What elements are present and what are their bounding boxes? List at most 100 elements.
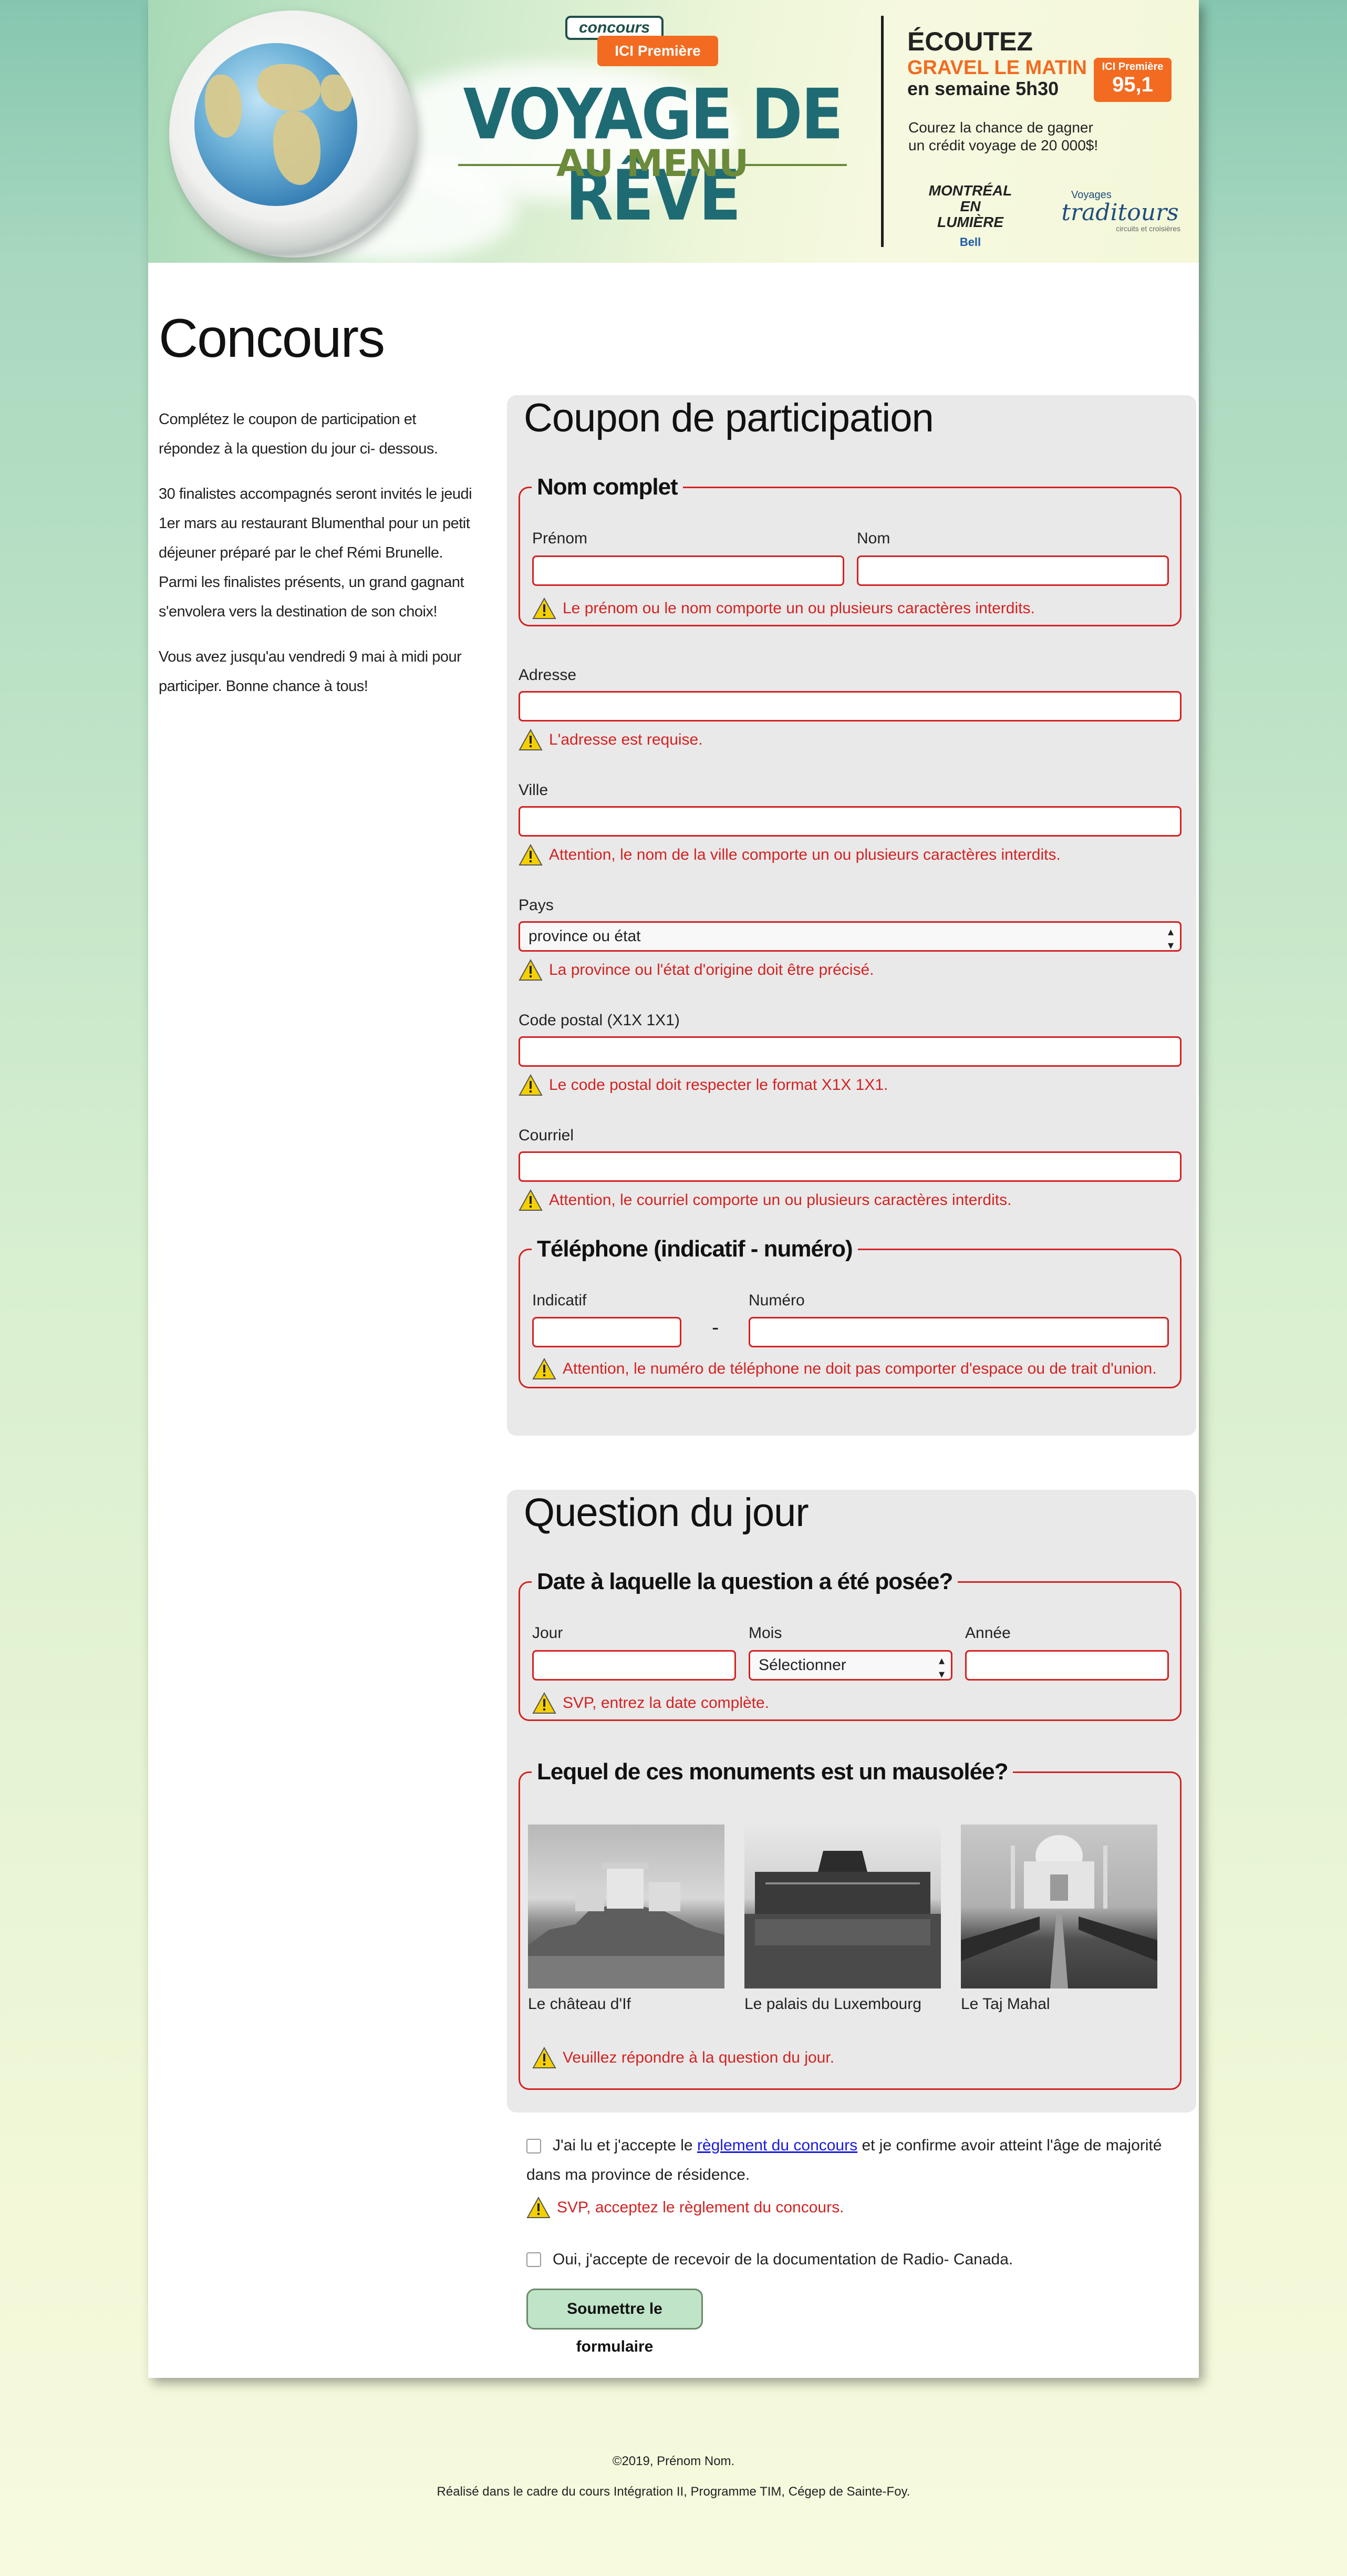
- warning-icon: [526, 2196, 551, 2219]
- postal-error: Le code postal doit respecter le format …: [519, 1074, 888, 1096]
- jour-label: Jour: [532, 1624, 563, 1642]
- monument-error: Veuillez répondre à la question du jour.: [532, 2046, 835, 2069]
- indicatif-input[interactable]: [532, 1317, 681, 1347]
- page-container: concours ICI Première VOYAGE DE RÊVE AU …: [148, 0, 1199, 2378]
- postal-error-text: Le code postal doit respecter le format …: [549, 1076, 888, 1094]
- banner-divider: [881, 16, 884, 247]
- taj-mahal-image: [961, 1835, 1157, 1988]
- radio-badge-frequency: 95,1: [1112, 73, 1153, 96]
- nom-label: Nom: [857, 530, 890, 547]
- monument-option-taj-mahal[interactable]: [961, 1825, 1157, 1988]
- ville-input[interactable]: [519, 806, 1182, 837]
- tagline-line-1: Courez la chance de gagner: [908, 119, 1093, 136]
- rules-error: SVP, acceptez le règlement du concours.: [526, 2196, 844, 2219]
- monument-error-text: Veuillez répondre à la question du jour.: [563, 2049, 835, 2066]
- traditours-logo: Voyages traditours circuits et croisière…: [1060, 189, 1180, 233]
- date-error: SVP, entrez la date complète.: [532, 1692, 769, 1714]
- monument-option-chateau-if[interactable]: [528, 1825, 724, 1988]
- nom-input[interactable]: [857, 555, 1169, 586]
- title-rule-right: [742, 164, 847, 166]
- warning-icon: [532, 2046, 556, 2069]
- page-title: Concours: [159, 308, 385, 369]
- courriel-label: Courriel: [519, 1127, 574, 1144]
- tel-error: Attention, le numéro de téléphone ne doi…: [532, 1357, 1157, 1380]
- rules-text-before: J'ai lu et j'accepte le: [553, 2137, 697, 2154]
- palais-luxembourg-image: [744, 1851, 941, 1988]
- newsletter-text: Oui, j'accepte de recevoir de la documen…: [553, 2251, 1013, 2268]
- radio-station-logo: ICI Première 95,1: [1094, 58, 1172, 102]
- prenom-label: Prénom: [532, 530, 588, 547]
- footer-credits: Réalisé dans le cadre du cours Intégrati…: [437, 2485, 910, 2499]
- tagline-line-2: un crédit voyage de 20 000$!: [908, 137, 1099, 153]
- monument-caption: Le château d'If: [528, 1995, 631, 2013]
- annee-input[interactable]: [965, 1650, 1169, 1681]
- question-title: Question du jour: [524, 1490, 809, 1535]
- show-name: GRAVEL LE MATIN: [907, 57, 1087, 79]
- tel-separator: -: [712, 1316, 719, 1339]
- ecoutez-heading: ÉCOUTEZ: [907, 27, 1033, 56]
- intro-paragraph: Vous avez jusqu'au vendredi 9 mai à midi…: [159, 648, 462, 695]
- sponsor1-line-1: MONTRÉAL: [928, 182, 1012, 199]
- postal-label: Code postal (X1X 1X1): [519, 1012, 680, 1029]
- ville-error: Attention, le nom de la ville comporte u…: [519, 843, 1061, 866]
- warning-icon: [519, 843, 543, 866]
- monument-legend: Lequel de ces monuments est un mausolée?: [537, 1759, 1008, 1785]
- pays-error: La province ou l'état d'origine doit êtr…: [519, 959, 874, 981]
- indicatif-label: Indicatif: [532, 1292, 587, 1309]
- intro-text: Complétez le coupon de participation et …: [159, 405, 479, 717]
- courriel-error: Attention, le courriel comporte un ou pl…: [519, 1189, 1011, 1211]
- intro-paragraph: 30 finalistes accompagnés seront invités…: [159, 486, 472, 620]
- show-schedule: en semaine 5h30: [907, 78, 1059, 99]
- name-error: Le prénom ou le nom comporte un ou plusi…: [532, 597, 1035, 620]
- ici-premiere-logo: ICI Première: [597, 36, 718, 66]
- banner-subtitle: AU MENU: [556, 142, 749, 185]
- mois-select[interactable]: Sélectionner ▴ ▾: [749, 1650, 952, 1681]
- newsletter-checkbox[interactable]: [526, 2252, 541, 2267]
- coupon-title: Coupon de participation: [524, 396, 934, 440]
- radio-badge-name: ICI Première: [1102, 61, 1164, 73]
- name-error-text: Le prénom ou le nom comporte un ou plusi…: [563, 600, 1035, 617]
- ville-error-text: Attention, le nom de la ville comporte u…: [549, 846, 1061, 863]
- chateau-if-image: [528, 1862, 724, 1988]
- warning-icon: [532, 1357, 556, 1380]
- montreal-en-lumiere-logo: MONTRÉAL EN LUMIÈRE Bell: [926, 183, 1015, 250]
- annee-label: Année: [965, 1624, 1011, 1642]
- ville-label: Ville: [519, 781, 548, 799]
- warning-icon: [519, 728, 543, 751]
- fullname-legend: Nom complet: [537, 474, 678, 500]
- adresse-error-text: L'adresse est requise.: [549, 731, 703, 748]
- rules-error-text: SVP, acceptez le règlement du concours.: [557, 2199, 844, 2216]
- banner: concours ICI Première VOYAGE DE RÊVE AU …: [148, 0, 1199, 263]
- telephone-legend: Téléphone (indicatif - numéro): [537, 1236, 853, 1262]
- select-arrows-icon: ▴ ▾: [938, 1654, 945, 1681]
- footer-copyright: ©2019, Prénom Nom.: [612, 2454, 735, 2468]
- mois-label: Mois: [749, 1624, 782, 1642]
- monument-option-palais-luxembourg[interactable]: [744, 1825, 941, 1988]
- date-legend: Date à laquelle la question a été posée?: [537, 1569, 953, 1594]
- pays-select[interactable]: province ou état ▴ ▾: [519, 921, 1182, 952]
- prenom-input[interactable]: [532, 555, 844, 586]
- rules-link[interactable]: règlement du concours: [697, 2137, 857, 2154]
- bell-logo: Bell: [959, 235, 981, 249]
- numero-label: Numéro: [749, 1292, 805, 1309]
- postal-input[interactable]: [519, 1036, 1182, 1067]
- courriel-input[interactable]: [519, 1151, 1182, 1182]
- jour-input[interactable]: [532, 1650, 736, 1681]
- coupon-panel: Coupon de participation Nom complet Prén…: [507, 395, 1196, 1436]
- warning-icon: [532, 597, 556, 620]
- monument-caption: Le Taj Mahal: [961, 1995, 1050, 2013]
- numero-input[interactable]: [749, 1317, 1169, 1347]
- pays-label: Pays: [519, 897, 554, 914]
- adresse-label: Adresse: [519, 666, 577, 684]
- warning-icon: [519, 1074, 543, 1096]
- adresse-input[interactable]: [519, 691, 1182, 722]
- pays-select-value: province ou état: [529, 928, 641, 945]
- warning-icon: [519, 959, 543, 981]
- submit-button[interactable]: Soumettre le formulaire: [526, 2289, 703, 2355]
- date-error-text: SVP, entrez la date complète.: [563, 1694, 770, 1712]
- sponsor2-name: traditours: [1061, 199, 1179, 226]
- question-panel: Question du jour Date à laquelle la ques…: [507, 1490, 1196, 2113]
- warning-icon: [532, 1692, 556, 1714]
- tel-error-text: Attention, le numéro de téléphone ne doi…: [563, 1360, 1157, 1377]
- sponsor1-line-2: EN LUMIÈRE: [937, 198, 1003, 230]
